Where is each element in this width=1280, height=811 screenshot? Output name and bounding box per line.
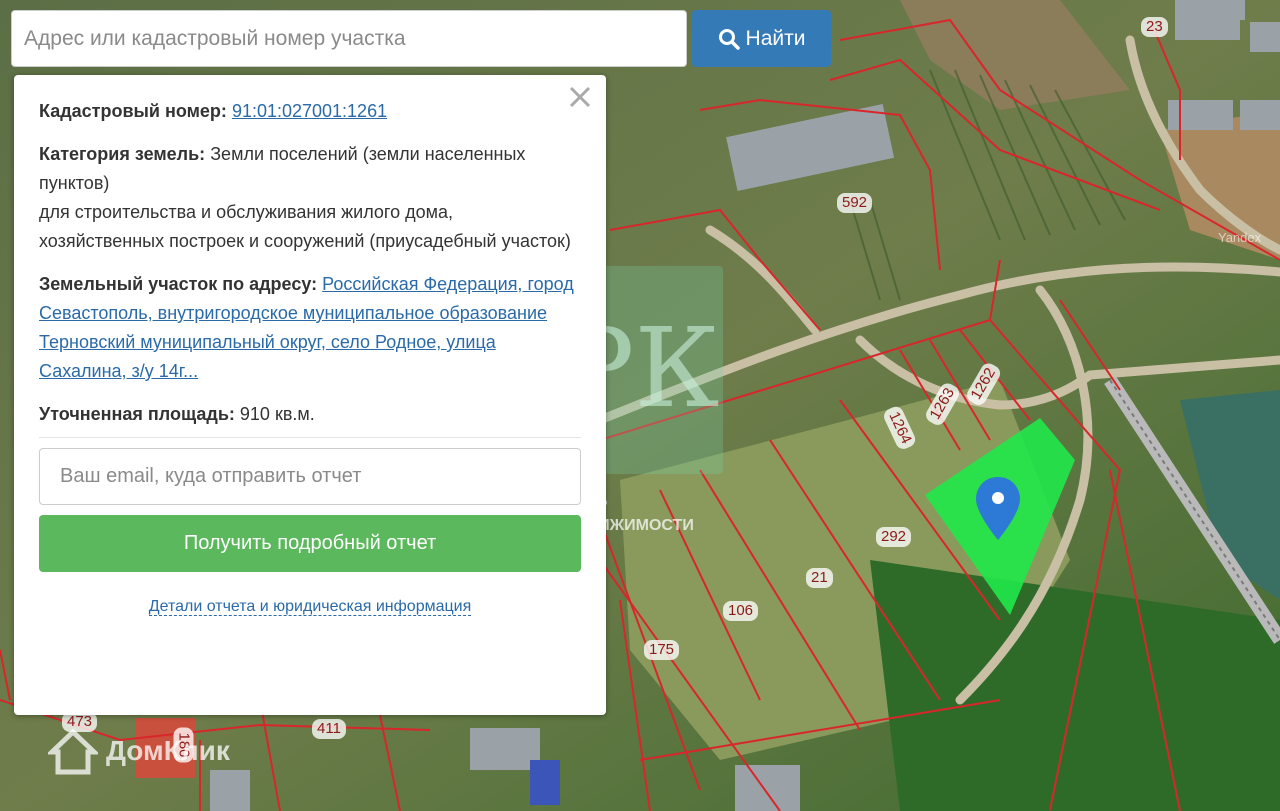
blue-roof: [530, 760, 560, 805]
area-label: Уточненная площадь:: [39, 404, 235, 424]
area-value: 910 кв.м.: [239, 404, 315, 424]
plot-label: 106: [723, 601, 759, 621]
email-field[interactable]: [39, 448, 581, 505]
address-label: Земельный участок по адресу:: [39, 274, 318, 294]
land-category-label: Категория земель:: [39, 144, 206, 164]
search-icon: [718, 28, 740, 50]
find-button-label: Найти: [745, 26, 806, 50]
domclick-text: ДомКлик: [106, 735, 230, 766]
plot-label: 21: [806, 568, 833, 588]
cadastral-number-label: Кадастровый номер:: [39, 101, 227, 121]
get-report-button[interactable]: Получить подробный отчет: [39, 515, 581, 572]
divider: [39, 437, 581, 438]
cadastral-number-row: Кадастровый номер: 91:01:027001:1261: [39, 97, 581, 126]
map-attribution: Yandex: [1218, 230, 1262, 245]
plot-info-card: Кадастровый номер: 91:01:027001:1261 Кат…: [14, 75, 606, 715]
cadastral-number-link[interactable]: 91:01:027001:1261: [232, 101, 387, 121]
report-details: Детали отчета и юридическая информация: [39, 592, 581, 621]
plot-label: 175: [644, 640, 680, 660]
search-box[interactable]: [11, 10, 687, 67]
area-row: Уточненная площадь: 910 кв.м.: [39, 400, 581, 429]
plot-label: 292: [876, 527, 912, 547]
plot-label: 592: [837, 193, 873, 213]
plot-label: 411: [312, 719, 346, 739]
find-button[interactable]: Найти: [692, 10, 831, 67]
plot-label: 23: [1141, 17, 1168, 37]
close-icon[interactable]: [568, 85, 592, 109]
domclick-logo: ДомКлик: [48, 726, 230, 776]
report-details-link[interactable]: Детали отчета и юридическая информация: [148, 598, 472, 616]
land-category-row: Категория земель: Земли поселений (земли…: [39, 140, 581, 256]
house-logo-icon: [48, 728, 98, 775]
land-purpose-value: для строительства и обслуживания жилого …: [39, 202, 571, 251]
search-input[interactable]: [12, 11, 686, 66]
address-row: Земельный участок по адресу: Российская …: [39, 270, 581, 386]
